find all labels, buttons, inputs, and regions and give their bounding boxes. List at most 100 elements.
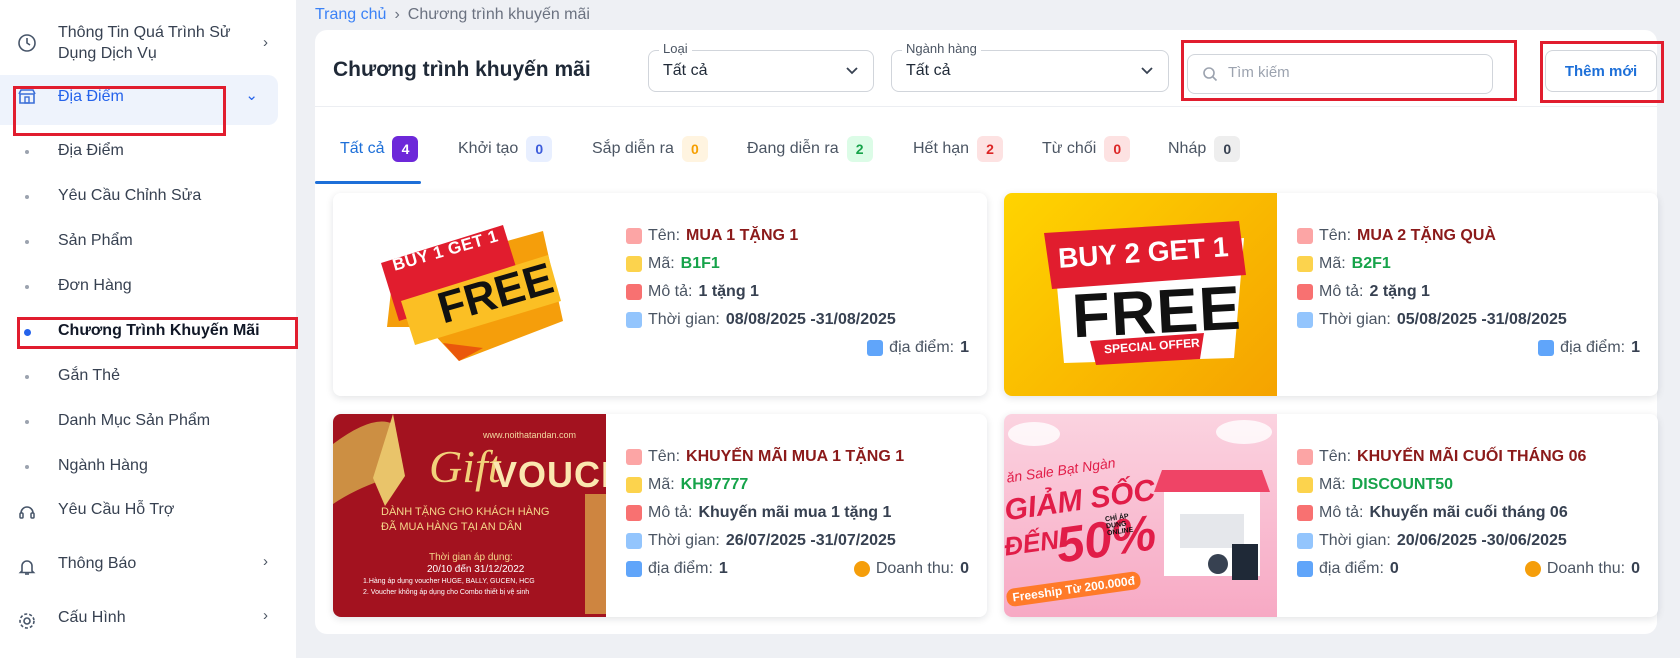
promotion-name: MUA 1 TẶNG 1: [686, 227, 799, 244]
promotion-name: MUA 2 TẶNG QUÀ: [1357, 227, 1496, 244]
promotion-description: 1 tặng 1: [698, 283, 759, 300]
add-new-button[interactable]: Thêm mới: [1545, 50, 1657, 92]
tab-count-badge: 4: [392, 136, 419, 162]
name-label: Tên:: [648, 448, 681, 465]
edit-note-icon: [1297, 228, 1313, 244]
main-panel: Chương trình khuyến mãi Loại Tất cả Ngàn…: [315, 30, 1658, 634]
sidebar-item-label: Ngành Hàng: [58, 457, 148, 474]
code-label: Mã:: [648, 255, 675, 272]
sidebar-item-edit-requests[interactable]: Yêu Cầu Chỉnh Sửa: [0, 183, 296, 207]
tab-ongoing[interactable]: Đang diễn ra 2: [747, 136, 873, 162]
promotion-code: DISCOUNT50: [1351, 476, 1454, 493]
sidebar-item-tags[interactable]: Gắn Thẻ: [0, 363, 296, 387]
sidebar-item-label: Gắn Thẻ: [58, 367, 120, 384]
location-label: địa điểm:: [889, 339, 955, 356]
revenue-label: Doanh thu:: [1546, 560, 1626, 577]
promotion-card[interactable]: BUY 2 GET 1 FREE SPECIAL OFFER Tên: MUA 2…: [1004, 193, 1658, 396]
sidebar-item-label: Yêu Cầu Chỉnh Sửa: [58, 187, 202, 204]
revenue-value: 0: [1631, 560, 1640, 577]
desc-label: Mô tả:: [1319, 283, 1364, 300]
chevron-right-icon: ›: [263, 34, 268, 51]
sidebar-item-label: Yêu Cầu Hỗ Trợ: [58, 501, 175, 518]
calendar-icon: [1297, 312, 1313, 328]
promotion-banner-image: BUY 1 GET 1 FREE: [333, 193, 606, 396]
industry-filter-value: Tất cả: [906, 62, 951, 79]
sidebar-item-locations-group[interactable]: Địa Điểm ⌄: [0, 84, 296, 108]
sidebar-item-label: Thông Tin Quá Trình Sử: [58, 24, 231, 41]
sidebar-item-label: Dụng Dịch Vụ: [58, 45, 157, 62]
sidebar-item-label: Sản Phẩm: [58, 232, 133, 249]
promotion-period: 26/07/2025 -31/07/2025: [725, 532, 896, 549]
tab-initialized[interactable]: Khởi tạo 0: [458, 136, 553, 162]
tag-icon: [626, 256, 642, 272]
promotion-description: Khuyến mãi mua 1 tặng 1: [698, 504, 892, 521]
type-filter-select[interactable]: Loại Tất cả: [648, 41, 874, 92]
sidebar-item-label: Danh Mục Sản Phẩm: [58, 412, 211, 429]
location-count: 1: [960, 339, 969, 356]
header-divider: [315, 106, 1657, 107]
banner-headline: VOUCH: [493, 454, 606, 495]
tab-upcoming[interactable]: Sắp diễn ra 0: [592, 136, 708, 162]
calendar-icon: [626, 312, 642, 328]
tab-all[interactable]: Tất cả 4: [340, 136, 419, 162]
promotion-details: Tên: MUA 1 TẶNG 1 Mã: B1F1 Mô tả: 1 tặng 1 …: [626, 193, 969, 396]
breadcrumb-home-link[interactable]: Trang chủ: [315, 6, 386, 24]
tab-count-badge: 0: [1104, 136, 1131, 162]
promotion-details: Tên: MUA 2 TẶNG QUÀ Mã: B2F1 Mô tả: 2 tặng …: [1297, 193, 1640, 396]
banner-note: 1.Hàng áp dụng voucher HUGE, BALLY, GUCE…: [363, 578, 535, 585]
name-label: Tên:: [648, 227, 681, 244]
sidebar-item-products[interactable]: Sản Phẩm: [0, 228, 296, 252]
banner-subtitle: ĐÃ MUA HÀNG TẠI AN DÂN: [381, 521, 522, 533]
breadcrumb-separator-icon: ›: [394, 6, 400, 23]
bullet-dot-icon: [25, 420, 29, 424]
tab-label: Nháp: [1168, 140, 1207, 157]
code-label: Mã:: [648, 476, 675, 493]
tab-rejected[interactable]: Từ chối 0: [1042, 136, 1131, 162]
promotion-card[interactable]: Gift VOUCH www.noithatandan.com DÀNH TẶN…: [333, 414, 987, 617]
promotion-description: 2 tặng 1: [1369, 283, 1430, 300]
location-count: 1: [718, 560, 728, 577]
banner-period-label: Thời gian áp dụng:: [429, 552, 513, 563]
building-icon: [1538, 340, 1555, 356]
search-input[interactable]: [1228, 64, 1478, 81]
money-bag-icon: [853, 561, 870, 577]
store-icon: [16, 85, 38, 107]
sidebar-item-industries[interactable]: Ngành Hàng: [0, 453, 296, 477]
sidebar-item-usage-history[interactable]: Thông Tin Quá Trình Sử Dụng Dịch Vụ ›: [0, 22, 296, 64]
time-label: Thời gian:: [648, 311, 720, 328]
tab-expired[interactable]: Hết hạn 2: [913, 136, 1004, 162]
sidebar-item-locations[interactable]: Địa Điểm: [0, 138, 296, 162]
sidebar-item-label: Địa Điểm: [58, 142, 124, 159]
bullet-dot-icon: [25, 240, 29, 244]
time-label: Thời gian:: [1319, 532, 1391, 549]
tab-label: Đang diễn ra: [747, 140, 839, 157]
promotion-card[interactable]: BUY 1 GET 1 FREE Tên: MUA 1 TẶNG 1 Mã: B1F…: [333, 193, 987, 396]
tag-icon: [1297, 477, 1313, 493]
sidebar-item-product-categories[interactable]: Danh Mục Sản Phẩm: [0, 408, 296, 432]
promotion-card[interactable]: ăn Sale Bạt Ngàn GIẢM SỐC ĐẾN 50% CHỈ ÁP…: [1004, 414, 1658, 617]
tab-draft[interactable]: Nháp 0: [1168, 136, 1241, 162]
promotion-details: Tên: KHUYẾN MÃI MUA 1 TẶNG 1 Mã: KH97777 M…: [626, 414, 969, 617]
location-label: địa điểm:: [1319, 560, 1384, 577]
desc-label: Mô tả:: [648, 283, 693, 300]
promotion-period: 20/06/2025 -30/06/2025: [1396, 532, 1567, 549]
sidebar-item-label: Đơn Hàng: [58, 277, 132, 294]
sidebar-item-orders[interactable]: Đơn Hàng: [0, 273, 296, 297]
chevron-right-icon: ›: [263, 607, 268, 624]
building-icon: [626, 561, 642, 577]
revenue-value: 0: [960, 560, 969, 577]
sidebar-item-notifications[interactable]: Thông Báo ›: [0, 551, 296, 575]
sidebar-item-promotions[interactable]: Chương Trình Khuyến Mãi: [0, 318, 296, 342]
promotion-banner-image: BUY 2 GET 1 FREE SPECIAL OFFER: [1004, 193, 1277, 396]
chevron-down-icon: [845, 63, 859, 82]
building-icon: [867, 340, 884, 356]
chevron-down-icon: [1140, 63, 1154, 82]
bullet-dot-icon: [25, 195, 29, 199]
promotion-details: Tên: KHUYẾN MÃI CUỐI THÁNG 06 Mã: DISCOUNT…: [1297, 414, 1640, 617]
sidebar-item-support-requests[interactable]: Yêu Cầu Hỗ Trợ: [0, 497, 296, 521]
time-label: Thời gian:: [1319, 311, 1391, 328]
desc-label: Mô tả:: [1319, 504, 1364, 521]
tab-label: Hết hạn: [913, 140, 970, 157]
sidebar-item-settings[interactable]: Cấu Hình ›: [0, 605, 296, 629]
industry-filter-select[interactable]: Ngành hàng Tất cả: [891, 41, 1169, 92]
